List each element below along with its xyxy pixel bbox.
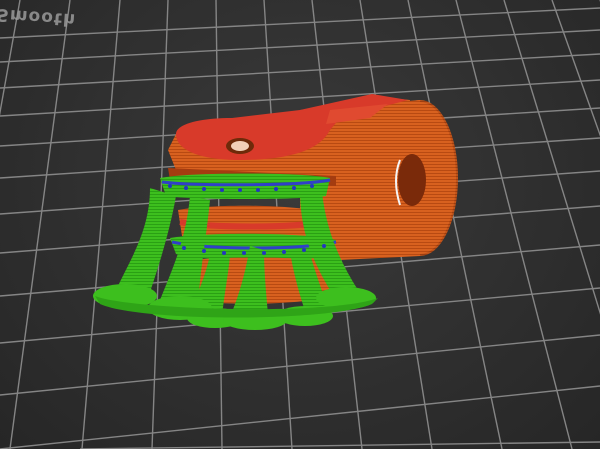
printed-model[interactable] (0, 0, 600, 449)
3d-print-preview-viewport[interactable]: Smooth (0, 0, 600, 449)
